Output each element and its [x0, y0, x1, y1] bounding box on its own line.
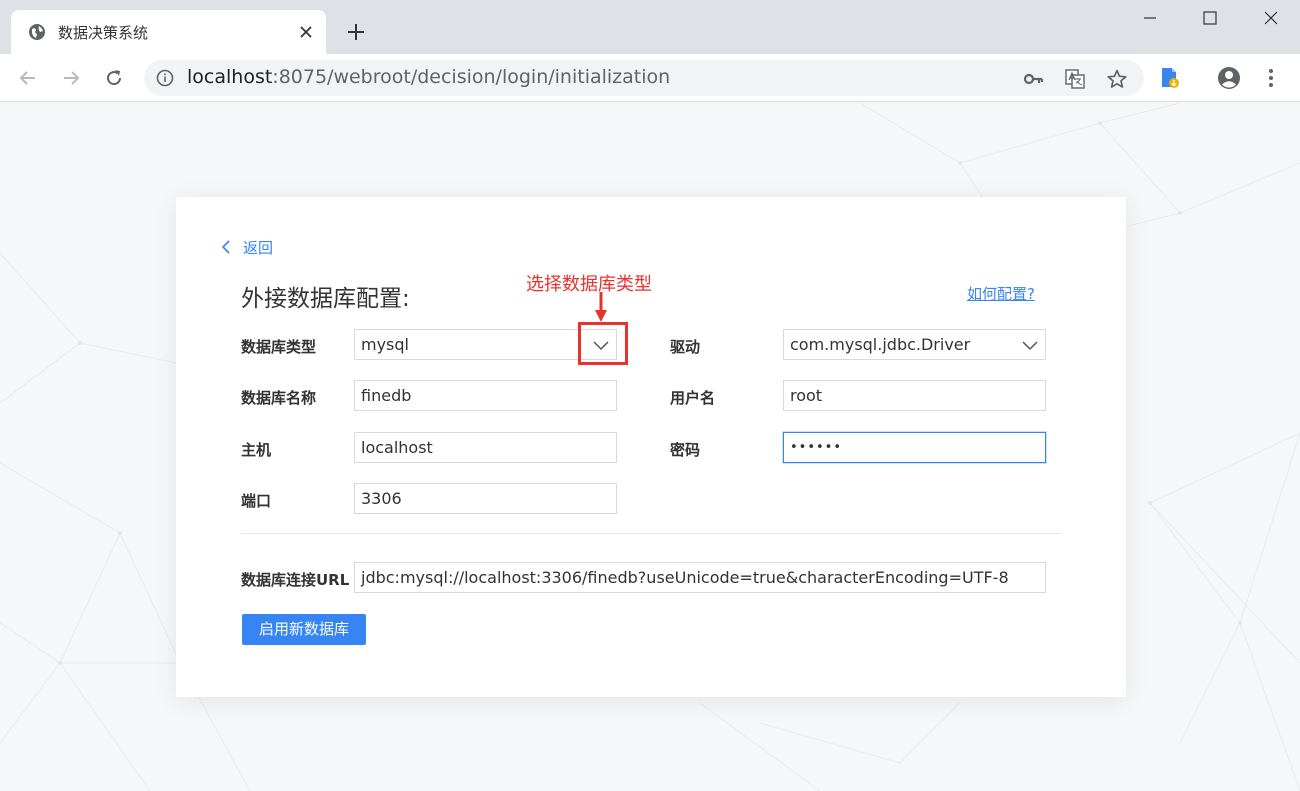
connection-url-input[interactable]: jdbc:mysql://localhost:3306/finedb?useUn…	[354, 562, 1046, 593]
account-icon[interactable]	[1217, 66, 1241, 90]
star-icon[interactable]	[1106, 68, 1128, 90]
maximize-icon[interactable]	[1198, 6, 1222, 30]
annotation-highlight-box	[578, 322, 628, 365]
annotation-text: 选择数据库类型	[526, 274, 652, 295]
password-label: 密码	[670, 441, 701, 459]
browser-tab[interactable]: 数据决策系统	[11, 10, 326, 54]
close-icon[interactable]	[296, 22, 316, 42]
key-icon[interactable]	[1022, 68, 1044, 90]
host-input[interactable]: localhost	[354, 432, 617, 463]
username-input[interactable]: root	[783, 380, 1046, 411]
info-icon[interactable]	[156, 69, 174, 87]
tab-title: 数据决策系统	[58, 24, 149, 42]
chevron-down-icon[interactable]	[1022, 339, 1038, 351]
driver-value: com.mysql.jdbc.Driver	[790, 335, 971, 354]
window-close-icon[interactable]	[1259, 6, 1283, 30]
db-type-label: 数据库类型	[241, 338, 317, 356]
back-arrow-icon[interactable]	[16, 66, 40, 90]
minimize-icon[interactable]	[1138, 6, 1162, 30]
port-label: 端口	[241, 492, 272, 510]
extension-icon[interactable]	[1158, 66, 1182, 90]
driver-select[interactable]: com.mysql.jdbc.Driver	[783, 329, 1046, 360]
password-input[interactable]: ••••••	[783, 432, 1046, 463]
connection-url-label: 数据库连接URL	[241, 571, 350, 589]
url-path: :8075/webroot/decision/login/initializat…	[272, 66, 671, 88]
db-name-input[interactable]: finedb	[354, 380, 617, 411]
db-type-value: mysql	[361, 335, 409, 354]
url-text: localhost:8075/webroot/decision/login/in…	[187, 66, 670, 88]
username-label: 用户名	[670, 389, 716, 407]
forward-arrow-icon[interactable]	[59, 66, 83, 90]
section-divider	[241, 533, 1061, 534]
db-config-card: 返回 外接数据库配置: 如何配置? 选择数据库类型 数据库类型 mysql 驱动…	[176, 197, 1126, 697]
host-label: 主机	[241, 441, 272, 459]
menu-icon[interactable]	[1259, 66, 1283, 90]
back-label: 返回	[243, 239, 274, 257]
how-to-configure-link[interactable]: 如何配置?	[967, 283, 1035, 304]
reload-icon[interactable]	[102, 66, 126, 90]
browser-tabbar: 数据决策系统	[0, 0, 1300, 54]
globe-icon	[29, 24, 45, 40]
url-host: localhost	[187, 66, 273, 88]
plus-icon[interactable]	[344, 20, 368, 44]
browser-toolbar: localhost:8075/webroot/decision/login/in…	[0, 54, 1300, 102]
driver-label: 驱动	[670, 338, 701, 356]
enable-new-db-button[interactable]: 启用新数据库	[242, 614, 366, 645]
page-title: 外接数据库配置:	[241, 286, 410, 312]
address-bar[interactable]: localhost:8075/webroot/decision/login/in…	[144, 60, 1144, 96]
port-input[interactable]: 3306	[354, 483, 617, 514]
chevron-left-icon	[221, 240, 230, 254]
arrow-down-icon	[595, 292, 607, 322]
translate-icon[interactable]	[1064, 68, 1086, 90]
db-name-label: 数据库名称	[241, 389, 317, 407]
